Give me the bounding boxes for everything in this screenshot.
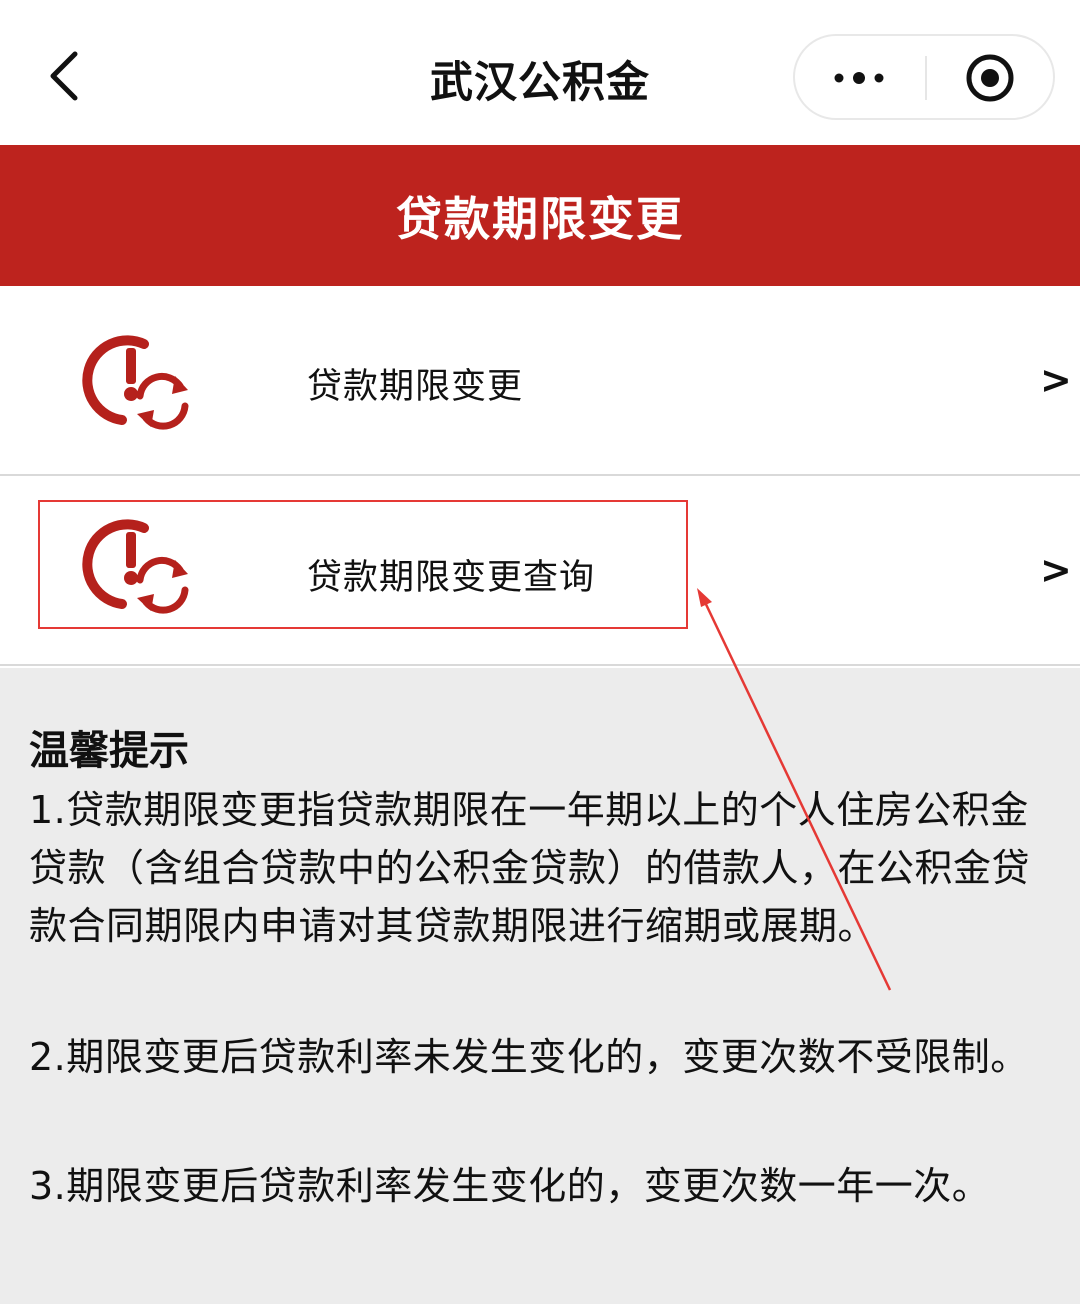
tips-panel: 温馨提示 1.贷款期限变更指贷款期限在一年期以上的个人住房公积金贷款（含组合贷款… xyxy=(0,668,1080,1304)
mini-program-capsule xyxy=(793,34,1055,120)
tip-item: 2.期限变更后贷款利率未发生变化的，变更次数不受限制。 xyxy=(29,1035,1029,1079)
menu-item-label: 贷款期限变更查询 xyxy=(307,558,596,598)
more-dots-icon xyxy=(834,72,884,84)
clock-refresh-icon xyxy=(82,335,189,430)
more-button[interactable] xyxy=(797,38,925,118)
menu-item-loan-term-change[interactable]: 贷款期限变更 > xyxy=(0,286,1080,476)
tips-title: 温馨提示 xyxy=(29,728,189,774)
clock-refresh-icon xyxy=(82,519,189,614)
chevron-right-icon: > xyxy=(1040,548,1072,592)
navbar: 武汉公积金 xyxy=(0,0,1080,145)
chevron-right-icon: > xyxy=(1040,358,1072,402)
banner-title: 贷款期限变更 xyxy=(396,191,684,246)
menu-item-loan-term-change-query[interactable]: 贷款期限变更查询 > xyxy=(0,476,1080,666)
tip-item: 3.期限变更后贷款利率发生变化的，变更次数一年一次。 xyxy=(29,1164,991,1208)
menu-item-label: 贷款期限变更 xyxy=(307,367,524,407)
chevron-left-icon xyxy=(50,51,78,101)
target-circle-icon xyxy=(966,54,1014,102)
tip-item: 1.贷款期限变更指贷款期限在一年期以上的个人住房公积金贷款（含组合贷款中的公积金… xyxy=(29,788,1031,948)
back-button[interactable] xyxy=(30,40,100,112)
capsule-divider xyxy=(925,56,927,100)
close-button[interactable] xyxy=(929,38,1051,118)
page-banner: 贷款期限变更 xyxy=(0,145,1080,286)
